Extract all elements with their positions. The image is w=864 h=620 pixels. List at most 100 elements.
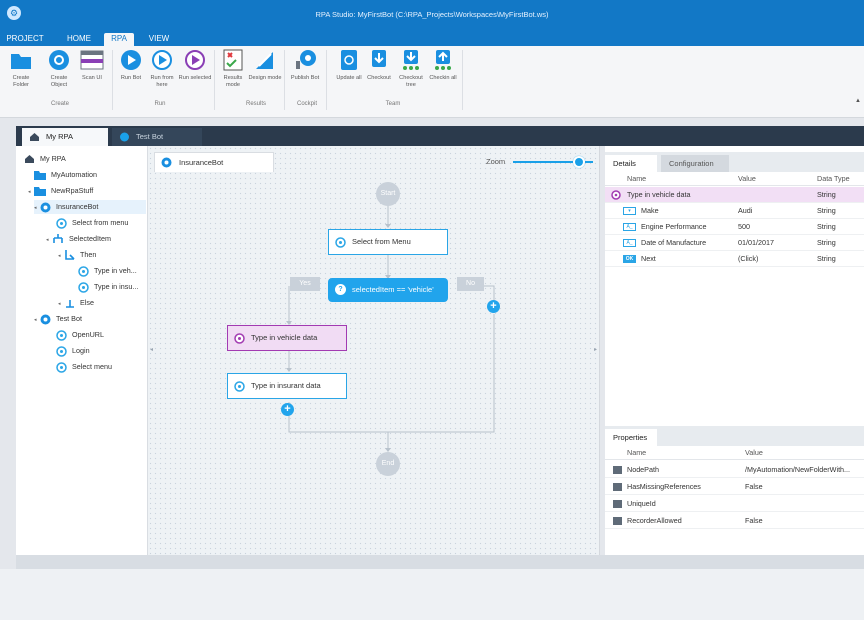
property-icon <box>613 466 622 474</box>
activity-gear-icon <box>56 361 67 373</box>
details-table-header: Name Value Data Type <box>605 172 864 186</box>
ribbon-separator <box>462 50 463 110</box>
checkout-button[interactable]: Checkout <box>362 49 396 82</box>
condition-node[interactable]: ? selectedItem == 'vehicle' <box>328 278 448 302</box>
left-splitter-handle[interactable]: ◂ <box>150 346 153 353</box>
status-bar <box>16 555 864 569</box>
details-row-engine-performance[interactable]: A_ Engine Performance 500 String <box>605 219 864 235</box>
add-activity-yes-branch-button[interactable]: + <box>281 403 294 416</box>
checkin-icon <box>435 50 451 70</box>
tab-my-rpa[interactable]: My RPA <box>22 128 108 146</box>
details-row-next[interactable]: OK Next (Click) String <box>605 251 864 267</box>
tree-item-my-rpa[interactable]: My RPA <box>24 152 66 166</box>
run-selected-button[interactable]: Run selected <box>178 49 212 82</box>
workflow-canvas[interactable]: InsuranceBot Zoom Start Select from Menu… <box>148 146 600 555</box>
create-folder-button[interactable]: Create Folder <box>4 49 38 88</box>
flow-connectors <box>286 204 495 452</box>
scan-ui-icon <box>80 50 104 70</box>
tree-item-test-bot[interactable]: ◂ Test Bot <box>34 312 82 326</box>
property-row-hasmissingreferences[interactable]: HasMissingReferences False <box>605 479 864 495</box>
end-node[interactable]: End <box>376 452 400 476</box>
tree-item-openurl[interactable]: OpenURL <box>56 328 104 342</box>
tree-item-select-from-menu[interactable]: Select from menu <box>56 216 128 230</box>
text-field-icon: A_ <box>623 223 636 231</box>
activity-gear-icon <box>234 333 245 344</box>
property-row-nodepath[interactable]: NodePath /MyAutomation/NewFolderWith... <box>605 462 864 478</box>
tree-item-select-menu[interactable]: Select menu <box>56 360 112 374</box>
property-icon <box>613 483 622 491</box>
tree-item-else[interactable]: ◂ Else <box>58 296 94 310</box>
details-tabs: Details Configuration <box>605 152 864 172</box>
results-mode-button[interactable]: Results mode <box>216 49 250 88</box>
tree-item-then[interactable]: ◂ Then <box>58 248 96 262</box>
tab-test-bot[interactable]: Test Bot <box>112 128 202 146</box>
activity-type-in-vehicle-data[interactable]: Type in vehicle data <box>227 325 347 351</box>
question-icon: ? <box>335 284 346 295</box>
home-icon <box>30 133 39 141</box>
ribbon: Create Folder Create Object Scan UI Run … <box>0 46 864 118</box>
checkin-all-button[interactable]: Checkin all <box>426 49 460 82</box>
checkout-icon <box>372 50 386 67</box>
tree-item-newrpastuff[interactable]: ◂ NewRpaStuff <box>28 184 93 198</box>
start-node[interactable]: Start <box>376 182 400 206</box>
add-activity-no-branch-button[interactable]: + <box>487 300 500 313</box>
checkout-tree-button[interactable]: Checkout tree <box>394 49 428 88</box>
update-icon <box>341 50 357 70</box>
update-all-button[interactable]: Update all <box>332 49 366 82</box>
right-splitter-handle[interactable]: ▸ <box>594 346 597 353</box>
tab-configuration[interactable]: Configuration <box>661 155 729 172</box>
details-panel: Details Configuration Name Value Data Ty… <box>605 146 864 555</box>
tree-item-login[interactable]: Login <box>56 344 90 358</box>
tab-home[interactable]: HOME <box>62 33 96 46</box>
ribbon-collapse-icon[interactable]: ▲ <box>855 98 861 104</box>
group-label-run: Run <box>154 101 166 107</box>
column-data-type: Data Type <box>817 174 850 183</box>
window-title: RPA Studio: MyFirstBot (C:\RPA_Projects\… <box>315 10 549 19</box>
activity-gear-icon <box>56 217 67 229</box>
property-row-uniqueid[interactable]: UniqueId <box>605 496 864 512</box>
details-row-type-in-vehicle[interactable]: Type in vehicle data String <box>605 187 864 203</box>
group-label-create: Create <box>50 101 69 107</box>
run-bot-button[interactable]: Run Bot <box>114 49 148 82</box>
tree-item-type-in-insurant[interactable]: Type in insu... <box>78 280 138 294</box>
project-tree: My RPA MyAutomation ◂ NewRpaStuff ◂ Insura… <box>16 146 148 555</box>
run-from-here-button[interactable]: Run from here <box>145 49 179 88</box>
group-label-cockpit: Cockpit <box>296 101 317 107</box>
menu-tabs: PROJECT HOME RPA VIEW <box>0 30 864 46</box>
workspace-tab-bar: My RPA Test Bot <box>16 126 864 146</box>
activity-type-in-insurant-data[interactable]: Type in insurant data <box>227 373 347 399</box>
tab-properties[interactable]: Properties <box>605 429 657 446</box>
folder-icon <box>11 54 31 69</box>
tree-item-insurancebot[interactable]: ◂ InsuranceBot <box>34 200 146 214</box>
activity-gear-icon <box>611 190 621 200</box>
tree-item-selecteditem[interactable]: ◂ SelectedItem <box>46 232 111 246</box>
group-label-team: Team <box>385 101 401 107</box>
tree-item-type-in-vehicle[interactable]: Type in veh... <box>78 264 137 278</box>
group-label-results: Results <box>245 101 266 107</box>
folder-icon <box>34 187 46 197</box>
publish-bot-button[interactable]: Publish Bot <box>288 49 322 82</box>
bot-icon <box>120 132 129 142</box>
activity-gear-icon <box>78 281 89 293</box>
bot-icon <box>40 314 51 325</box>
tab-view[interactable]: VIEW <box>144 33 174 46</box>
create-object-button[interactable]: Create Object <box>42 49 76 88</box>
design-mode-button[interactable]: Design mode <box>248 49 282 82</box>
tree-item-myautomation[interactable]: MyAutomation <box>34 168 97 182</box>
checkout-tree-icon <box>403 50 419 70</box>
tab-rpa[interactable]: RPA <box>104 33 134 46</box>
details-row-date-of-manufacture[interactable]: A_ Date of Manufacture 01/01/2017 String <box>605 235 864 251</box>
scan-ui-button[interactable]: Scan UI <box>75 49 109 82</box>
then-branch-icon <box>65 250 75 260</box>
details-row-make[interactable]: ▾ Make Audi String <box>605 203 864 219</box>
tab-details[interactable]: Details <box>605 155 657 172</box>
dropdown-field-icon: ▾ <box>623 207 636 215</box>
activity-select-from-menu[interactable]: Select from Menu <box>328 229 448 255</box>
tab-project[interactable]: PROJECT <box>4 33 46 46</box>
property-row-recorderallowed[interactable]: RecorderAllowed False <box>605 513 864 529</box>
ribbon-separator <box>284 50 285 110</box>
properties-table-header: Name Value <box>605 446 864 460</box>
activity-gear-icon <box>78 265 89 277</box>
activity-gear-icon <box>56 329 67 341</box>
activity-gear-icon <box>56 345 67 357</box>
